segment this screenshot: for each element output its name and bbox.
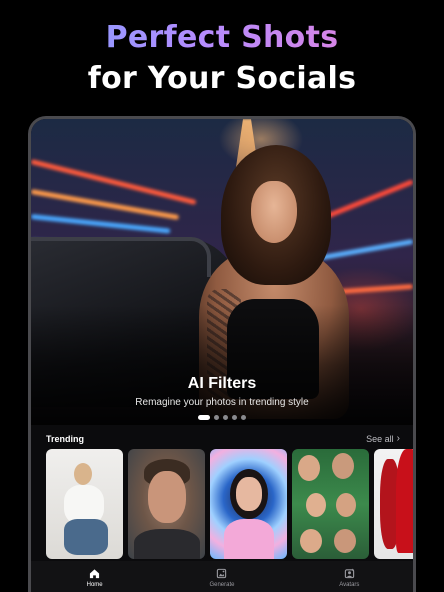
carousel-dot[interactable] <box>214 415 219 420</box>
generate-icon <box>217 568 227 579</box>
chevron-right-icon: › <box>396 433 400 444</box>
see-all-link[interactable]: See all › <box>366 433 400 444</box>
carousel-indicator <box>31 415 413 420</box>
tab-home[interactable]: Home <box>50 568 140 588</box>
trending-list <box>46 449 413 559</box>
figure-face <box>236 477 262 511</box>
tab-avatars[interactable]: Avatars <box>304 568 394 588</box>
carousel-dot[interactable] <box>241 415 246 420</box>
home-icon <box>90 569 100 579</box>
carousel-dot[interactable] <box>223 415 228 420</box>
trending-thumb-woman-on-chair[interactable] <box>46 449 123 559</box>
carousel-dot[interactable] <box>232 415 237 420</box>
red-heel <box>396 449 413 553</box>
figure-face <box>336 493 356 517</box>
figure-face <box>300 529 322 553</box>
figure-face <box>334 529 356 553</box>
tab-generate[interactable]: Generate <box>177 568 267 588</box>
light-streak <box>31 214 171 234</box>
headline-line-2: for Your Socials <box>87 61 357 96</box>
tab-label: Avatars <box>339 582 360 588</box>
figure-face <box>332 453 354 479</box>
figure-face <box>148 471 186 523</box>
car-window <box>31 237 211 277</box>
figure-face <box>306 493 326 517</box>
tab-label: Home <box>86 582 103 588</box>
trending-title: Trending <box>46 433 84 444</box>
figure-face <box>298 455 320 481</box>
trending-thumb-red-heels[interactable] <box>374 449 413 559</box>
headline-line-1: Perfect Shots <box>0 18 444 58</box>
headline: Perfect Shots for Your Socials <box>0 18 444 100</box>
trending-thumb-man-portrait[interactable] <box>128 449 205 559</box>
trending-header: Trending See all › <box>46 433 400 444</box>
device-frame: AI Filters Remagine your photos in trend… <box>28 116 416 592</box>
figure-dress <box>224 519 274 559</box>
figure-head <box>74 463 92 485</box>
hero-banner[interactable]: AI Filters Remagine your photos in trend… <box>31 119 413 425</box>
tab-label: Generate <box>209 582 235 588</box>
bottom-tab-bar: Home Generate Avatars <box>31 561 413 592</box>
carousel-dot-active[interactable] <box>198 415 210 420</box>
figure-shoulders <box>134 529 200 559</box>
woman-face <box>251 181 297 243</box>
avatars-icon <box>344 568 354 579</box>
hero-title: AI Filters <box>187 375 257 392</box>
hero-subtitle: Remagine your photos in trending style <box>135 397 309 408</box>
figure-legs <box>64 519 108 555</box>
see-all-label: See all <box>366 433 394 444</box>
trending-thumb-girl-bubble-portal[interactable] <box>210 449 287 559</box>
trending-thumb-family-collage[interactable] <box>292 449 369 559</box>
